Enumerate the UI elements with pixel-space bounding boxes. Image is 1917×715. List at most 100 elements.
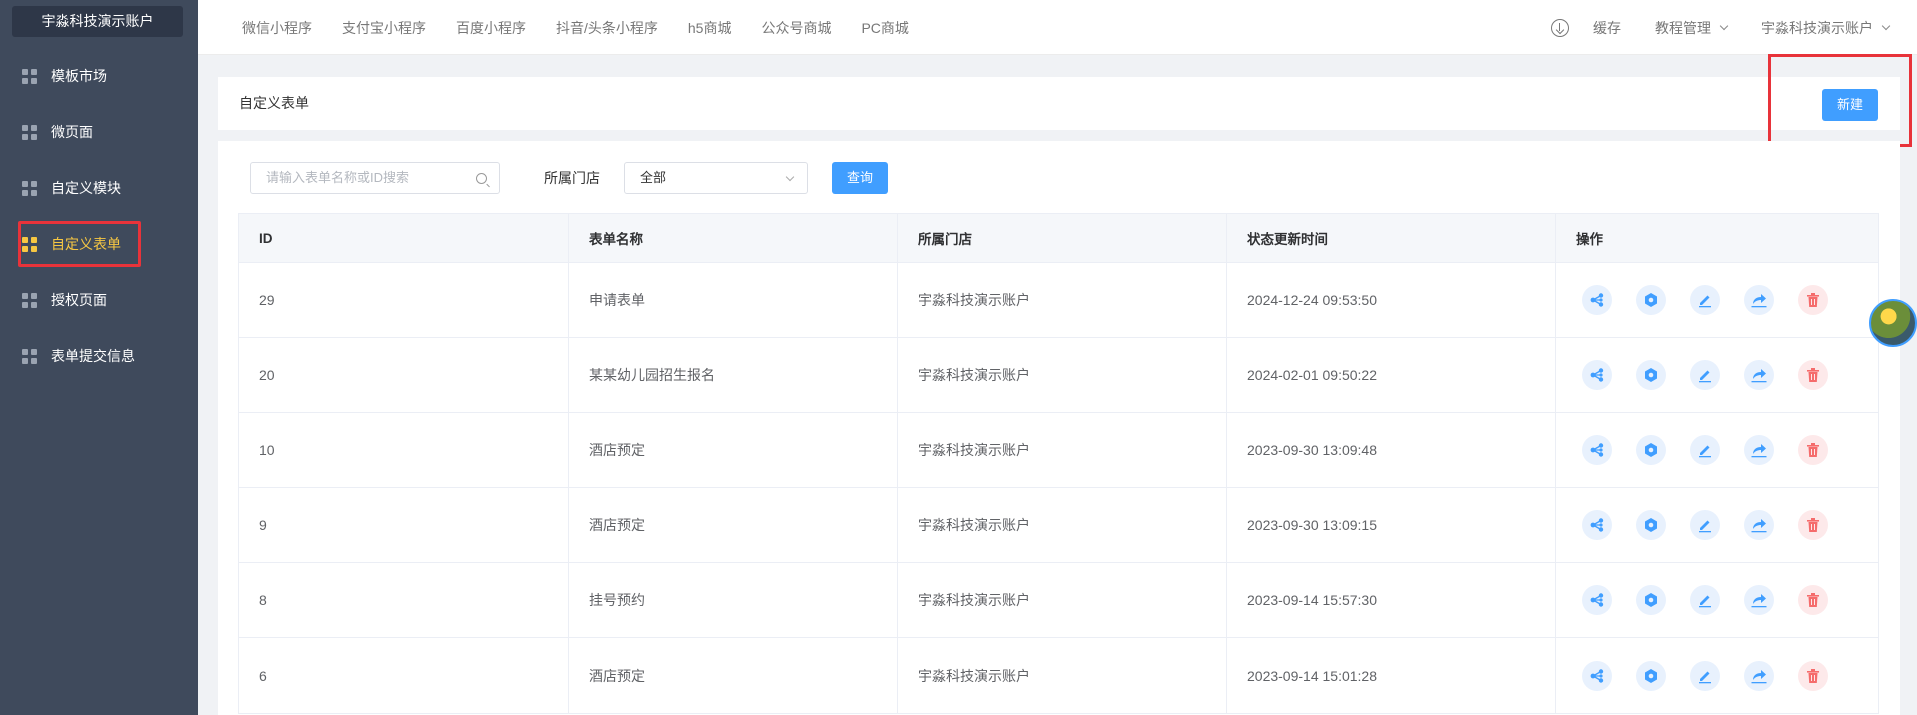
delete-icon[interactable] [1798,510,1828,540]
cell-id: 29 [239,263,569,337]
cell-name: 酒店预定 [569,488,898,562]
share-icon[interactable] [1582,360,1612,390]
avatar[interactable] [1869,299,1917,347]
column-header-actions: 操作 [1576,232,1603,247]
search-icon [476,173,487,184]
nav-alipay-miniprogram[interactable]: 支付宝小程序 [342,18,426,38]
cell-store: 宇淼科技演示账户 [898,338,1227,412]
sidebar-item-template-market[interactable]: 模板市场 [22,64,107,88]
edit-icon[interactable] [1690,585,1720,615]
settings-icon[interactable] [1636,360,1666,390]
nav-h5-mall[interactable]: h5商城 [688,18,732,38]
table-row: 10 酒店预定 宇淼科技演示账户 2023-09-30 13:09:48 [239,413,1878,488]
cache-button[interactable]: 缓存 [1593,18,1621,38]
store-select[interactable]: 全部 [624,162,808,194]
edit-icon[interactable] [1690,285,1720,315]
share-icon[interactable] [1582,585,1612,615]
nav-wechat-miniprogram[interactable]: 微信小程序 [242,18,312,38]
grid-icon [22,180,37,196]
share-icon[interactable] [1582,285,1612,315]
cell-id: 6 [239,638,569,713]
edit-icon[interactable] [1690,435,1720,465]
cell-name: 申请表单 [569,263,898,337]
table-body: 29 申请表单 宇淼科技演示账户 2024-12-24 09:53:50 20 某某幼儿园… [239,263,1878,713]
account-menu[interactable]: 宇淼科技演示账户 [1761,18,1891,38]
sidebar-item-label: 自定义模块 [51,180,121,196]
cell-time: 2023-09-14 15:57:30 [1227,563,1556,637]
top-nav: 微信小程序 支付宝小程序 百度小程序 抖音/头条小程序 h5商城 公众号商城 P… [242,0,939,55]
nav-baidu-miniprogram[interactable]: 百度小程序 [456,18,526,38]
tutorial-menu[interactable]: 教程管理 [1655,18,1729,38]
column-header-name: 表单名称 [569,214,898,262]
edit-icon[interactable] [1690,660,1720,691]
top-nav-bar: 微信小程序 支付宝小程序 百度小程序 抖音/头条小程序 h5商城 公众号商城 P… [198,0,1917,55]
delete-icon[interactable] [1798,660,1828,691]
forward-icon[interactable] [1744,660,1774,691]
cell-actions [1556,638,1878,713]
cell-actions [1556,413,1878,487]
search-placeholder: 请输入表单名称或ID搜索 [266,170,410,185]
settings-icon[interactable] [1636,285,1666,315]
cell-actions [1556,488,1878,562]
tutorial-menu-label: 教程管理 [1655,19,1711,36]
edit-icon[interactable] [1690,510,1720,540]
edit-icon[interactable] [1690,360,1720,390]
nav-pc-mall[interactable]: PC商城 [861,18,908,38]
sidebar: 宇淼科技演示账户 模板市场 微页面 自定义模块 自定义表单 授权页面 表单提交信… [0,0,198,715]
delete-icon[interactable] [1798,435,1828,465]
download-icon[interactable] [1551,18,1569,37]
table-row: 20 某某幼儿园招生报名 宇淼科技演示账户 2024-02-01 09:50:22 [239,338,1878,413]
grid-icon [22,124,37,140]
cell-id: 20 [239,338,569,412]
column-header-store: 所属门店 [898,214,1227,262]
sidebar-item-label: 表单提交信息 [51,348,135,364]
nav-douyin-miniprogram[interactable]: 抖音/头条小程序 [556,18,658,38]
forward-icon[interactable] [1744,285,1774,315]
top-right-tools: 缓存 教程管理 宇淼科技演示账户 [1551,0,1891,55]
cell-time: 2023-09-14 15:01:28 [1227,638,1556,713]
delete-icon[interactable] [1798,285,1828,315]
search-input[interactable]: 请输入表单名称或ID搜索 [250,162,500,194]
settings-icon[interactable] [1636,435,1666,465]
sidebar-item-micro-page[interactable]: 微页面 [22,120,93,144]
share-icon[interactable] [1582,660,1612,691]
cell-time: 2023-09-30 13:09:48 [1227,413,1556,487]
chevron-down-icon [1881,21,1891,30]
cell-store: 宇淼科技演示账户 [898,488,1227,562]
share-icon[interactable] [1582,510,1612,540]
share-icon[interactable] [1582,435,1612,465]
cell-name: 酒店预定 [569,638,898,713]
settings-icon[interactable] [1636,660,1666,691]
cell-name: 某某幼儿园招生报名 [569,338,898,412]
sidebar-item-form-submissions[interactable]: 表单提交信息 [22,344,135,368]
cell-store: 宇淼科技演示账户 [898,263,1227,337]
sidebar-item-label: 微页面 [51,124,93,140]
forward-icon[interactable] [1744,435,1774,465]
cell-actions [1556,338,1878,412]
cell-actions [1556,563,1878,637]
grid-icon [22,68,37,84]
chevron-down-icon [785,172,795,182]
forward-icon[interactable] [1744,585,1774,615]
store-filter-label: 所属门店 [544,170,600,186]
cell-time: 2024-12-24 09:53:50 [1227,263,1556,337]
delete-icon[interactable] [1798,360,1828,390]
cell-time: 2024-02-01 09:50:22 [1227,338,1556,412]
sidebar-item-custom-module[interactable]: 自定义模块 [22,176,121,200]
forward-icon[interactable] [1744,510,1774,540]
cell-store: 宇淼科技演示账户 [898,413,1227,487]
cell-id: 8 [239,563,569,637]
grid-icon [22,292,37,308]
table-row: 29 申请表单 宇淼科技演示账户 2024-12-24 09:53:50 [239,263,1878,338]
nav-official-account-mall[interactable]: 公众号商城 [761,18,831,38]
settings-icon[interactable] [1636,585,1666,615]
settings-icon[interactable] [1636,510,1666,540]
sidebar-item-auth-page[interactable]: 授权页面 [22,288,107,312]
query-button[interactable]: 查询 [832,162,888,194]
column-header-id: ID [239,214,569,262]
highlight-box [1768,54,1912,147]
table-header: ID 表单名称 所属门店 状态更新时间 操作 [239,214,1878,263]
forward-icon[interactable] [1744,360,1774,390]
delete-icon[interactable] [1798,585,1828,615]
cell-id: 10 [239,413,569,487]
